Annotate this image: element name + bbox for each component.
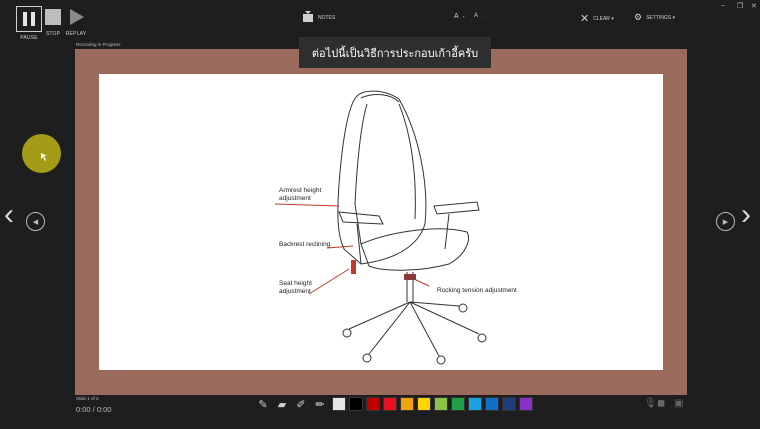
pause-label: PAUSE	[20, 35, 38, 41]
color-swatch[interactable]	[349, 397, 363, 411]
clear-label: CLEAR ▾	[593, 15, 614, 22]
color-swatch[interactable]	[400, 397, 414, 411]
armrest-label-line1: Armrest height	[279, 187, 322, 194]
replay-label: REPLAY	[65, 31, 87, 37]
slide-canvas: Armrest height adjustment Backrest recli…	[99, 74, 663, 370]
notes-label: NOTES	[318, 15, 336, 21]
top-toolbar: PAUSE STOP REPLAY NOTES A + A- ✕ CLEAR ▾ …	[0, 0, 760, 41]
clear-icon: ✕	[580, 13, 590, 25]
minimize-button[interactable]: –	[721, 2, 725, 9]
subtitle-caption: ต่อไปนี้เป็นวิธีการประกอบเก้าอี้ครับ	[299, 37, 491, 68]
clear-button[interactable]: ✕ CLEAR ▾	[580, 12, 614, 25]
settings-label: SETTINGS ▾	[646, 14, 675, 21]
marker-icon[interactable]: ✏	[313, 398, 327, 411]
font-increase-label: A	[454, 13, 459, 20]
chair-illustration	[274, 90, 487, 365]
font-decrease-button[interactable]: A-	[474, 13, 483, 19]
color-swatch[interactable]	[383, 397, 397, 411]
color-swatch[interactable]	[519, 397, 533, 411]
color-swatches	[332, 397, 533, 411]
color-swatch[interactable]	[468, 397, 482, 411]
seat-label-line2: adjustment	[279, 288, 311, 295]
previous-animation-button[interactable]: ◀	[26, 212, 45, 231]
color-swatch[interactable]	[332, 397, 346, 411]
pause-button[interactable]: PAUSE	[16, 6, 42, 41]
eraser-icon[interactable]: ▰	[275, 398, 289, 411]
microphone-icon[interactable]: 🎙	[644, 398, 657, 409]
color-swatch[interactable]	[485, 397, 499, 411]
armrest-label-line2: adjustment	[279, 195, 311, 202]
next-slide-arrow-icon[interactable]: ›	[741, 200, 751, 230]
pause-icon	[16, 6, 42, 32]
font-decrease-label: A	[474, 13, 479, 19]
previous-slide-arrow-icon[interactable]: ‹	[4, 200, 14, 230]
settings-icon: ⚙	[634, 12, 643, 22]
color-swatch[interactable]	[451, 397, 465, 411]
camera-icon[interactable]: ◼	[657, 398, 665, 409]
armrest-label: Armrest height adjustment	[279, 187, 321, 203]
notes-button[interactable]: NOTES	[302, 11, 335, 25]
camera-preview-icon[interactable]: ▣	[674, 398, 683, 409]
slide-count: Slide 1 of 2	[76, 396, 99, 401]
play-icon	[65, 6, 87, 28]
seat-label-line1: Seat height	[279, 280, 312, 287]
stop-icon	[42, 6, 64, 28]
seat-label: Seat height adjustment	[279, 280, 312, 296]
notes-icon	[302, 11, 314, 25]
color-swatch[interactable]	[502, 397, 516, 411]
laser-pointer	[22, 134, 61, 173]
settings-button[interactable]: ⚙ SETTINGS ▾	[634, 12, 675, 23]
rocking-label: Rocking tension adjustment	[437, 287, 517, 294]
color-swatch[interactable]	[417, 397, 431, 411]
ink-palette: ✎ ▰ ✐ ✏	[256, 397, 533, 411]
recording-status: Recording in Progress	[76, 42, 121, 47]
color-swatch[interactable]	[434, 397, 448, 411]
backrest-label: Backrest reclining	[279, 241, 331, 248]
highlighter-icon[interactable]: ✐	[294, 398, 308, 411]
color-swatch[interactable]	[366, 397, 380, 411]
font-increase-button[interactable]: A +	[454, 13, 465, 20]
close-button[interactable]: ✕	[751, 2, 757, 10]
recording-timer: 0:00 / 0:00	[76, 405, 112, 414]
next-animation-button[interactable]: ▶	[716, 212, 735, 231]
pen-icon[interactable]: ✎	[256, 398, 270, 411]
replay-button[interactable]: REPLAY	[63, 6, 89, 37]
restore-button[interactable]: ❐	[737, 2, 743, 10]
